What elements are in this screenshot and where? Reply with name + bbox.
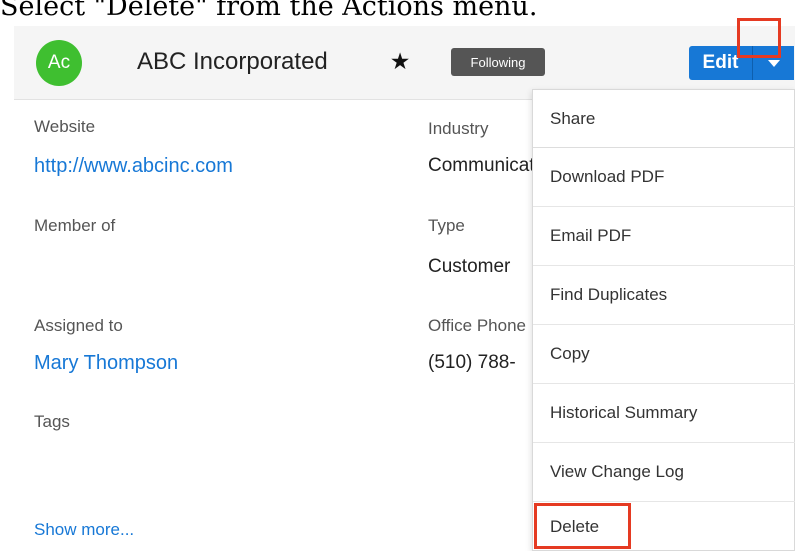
menu-item-download-pdf[interactable]: Download PDF	[533, 148, 795, 207]
menu-item-email-pdf[interactable]: Email PDF	[533, 207, 795, 266]
menu-item-find-duplicates[interactable]: Find Duplicates	[533, 266, 795, 325]
menu-item-delete[interactable]: Delete	[533, 502, 795, 551]
menu-item-share[interactable]: Share	[533, 90, 795, 148]
menu-item-historical-summary[interactable]: Historical Summary	[533, 384, 795, 443]
menu-item-copy[interactable]: Copy	[533, 325, 795, 384]
tags-label: Tags	[34, 412, 70, 431]
website-link[interactable]: http://www.abcinc.com	[34, 153, 233, 179]
industry-value: Communications	[428, 155, 532, 176]
member-of-label: Member of	[34, 216, 116, 235]
chevron-down-icon	[767, 59, 780, 67]
star-icon[interactable]: ★	[388, 47, 412, 75]
record-name: ABC Incorporated	[137, 48, 328, 75]
office-phone-label: Office Phone	[428, 316, 526, 335]
industry-label: Industry	[428, 119, 489, 138]
actions-dropdown-toggle[interactable]	[752, 46, 794, 80]
office-phone-value: (510) 788-	[428, 352, 516, 373]
avatar: Ac	[36, 40, 82, 86]
menu-item-view-change-log[interactable]: View Change Log	[533, 443, 795, 502]
type-label: Type	[428, 216, 465, 235]
website-label: Website	[34, 117, 96, 136]
assigned-to-label: Assigned to	[34, 316, 123, 335]
edit-button[interactable]: Edit	[689, 46, 752, 80]
assigned-to-link[interactable]: Mary Thompson	[34, 350, 178, 376]
following-badge[interactable]: Following	[451, 48, 545, 76]
type-value: Customer	[428, 256, 511, 277]
show-more-link[interactable]: Show more...	[34, 519, 134, 541]
instruction-caption: Select "Delete" from the Actions menu.	[0, 0, 538, 22]
actions-menu: Share Download PDF Email PDF Find Duplic…	[532, 89, 795, 551]
